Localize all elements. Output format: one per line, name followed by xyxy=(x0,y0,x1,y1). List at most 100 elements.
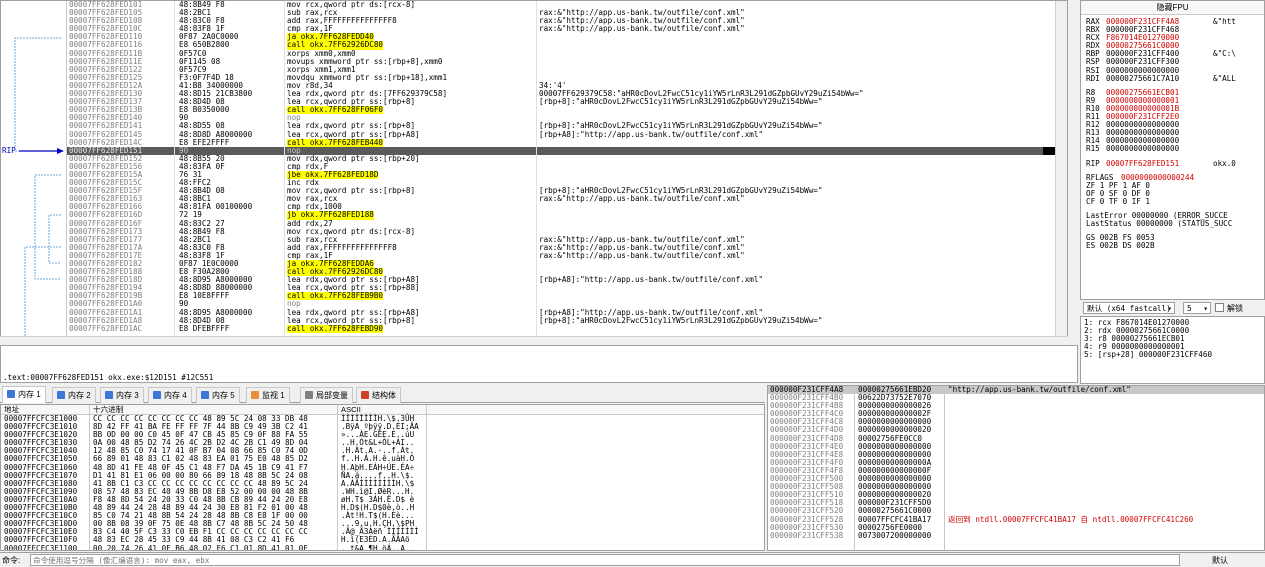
register-name: RDI xyxy=(1086,73,1100,83)
tab-label: 内存 2 xyxy=(68,391,91,400)
disasm-instruction: call okx.7FF628FEB9B0 xyxy=(287,291,384,301)
memory-dump-pane[interactable]: 地址 十六进制 ASCII 00007FFCFC3E1000 CC CC CC C… xyxy=(0,404,765,551)
unlock-label: 解锁 xyxy=(1227,304,1243,313)
bottom-tabs: 内存 1 内存 2 内存 3 内存 4 内存 5 监视 1 局部变量 结构体 xyxy=(0,385,765,403)
register-name: R15 xyxy=(1086,144,1100,154)
disasm-comment: rax:&"http://app.us-bank.tw/outfile/conf… xyxy=(539,24,745,34)
disasm-instruction: call okx.7FF628FEB440 xyxy=(287,137,384,147)
tab-label: 内存 1 xyxy=(18,390,41,399)
current-line-band xyxy=(67,146,1043,155)
dump-sep-2 xyxy=(337,405,338,550)
dump-row[interactable]: 00007FFCFC3E1100 00 20 74 26 41 0F B6 48 … xyxy=(1,543,764,551)
disasm-hscrollbar[interactable] xyxy=(0,336,1068,345)
memory-icon xyxy=(153,391,161,399)
tab-3[interactable]: 内存 3 xyxy=(100,387,144,403)
disasm-instruction: call okx.7FF628FEBD90 xyxy=(287,323,384,333)
disasm-row[interactable]: 00007FF628FED14C E8 EFE2FFFF call okx.7FF6… xyxy=(67,137,1055,147)
register-row[interactable]: R15 0000000000000000 xyxy=(1081,145,1264,153)
register-value: 00000275661C7A10 xyxy=(1106,73,1180,83)
default-selector[interactable]: 默认 xyxy=(1212,555,1228,566)
disasm-row[interactable]: 00007FF628FED11E 0F1145 08 movups xmmword … xyxy=(67,57,1055,66)
disasm-comment: [rbp+A8]:"http://app.us-bank.tw/outfile/… xyxy=(539,275,764,285)
stack-pane[interactable]: 000000F231CFF4A8 00000275661EBD20 "http://… xyxy=(767,385,1265,551)
stack-row[interactable]: 000000F231CFF538 0073007200000000 xyxy=(768,530,1264,540)
branch-gutter: RIP xyxy=(1,1,67,344)
col-sep-1 xyxy=(174,1,175,344)
stack-comment: 返回到 ntdll.00007FFCFC41BA17 自 ntdll.00007… xyxy=(948,514,1194,524)
command-bar: 命令: 默认 xyxy=(0,552,1265,567)
memory-icon xyxy=(7,390,15,398)
branch-arrows xyxy=(14,37,61,344)
locals-icon xyxy=(305,391,313,399)
disasm-row[interactable]: 00007FF628FED166 48:81FA 00100000 cmp rdx,… xyxy=(67,203,1055,211)
args-pane[interactable]: 1: rcx F867014E01270000 2: rdx 0000027566… xyxy=(1080,316,1265,384)
register-comment: &"ALL xyxy=(1213,73,1236,83)
laststatus-text: LastStatus 00000000 (STATUS_SUCC xyxy=(1086,219,1233,229)
stack-rows: 000000F231CFF4A8 00000275661EBD20 "http://… xyxy=(768,386,1264,540)
command-label: 命令: xyxy=(2,556,21,565)
disasm-comment: rax:&"http://app.us-bank.tw/outfile/conf… xyxy=(539,250,745,260)
disasm-row[interactable]: 00007FF628FED13B E8 B0350000 call okx.7FF6… xyxy=(67,106,1055,115)
disasm-row[interactable]: 00007FF628FED156 48:83FA 0F cmp rdx,F xyxy=(67,162,1055,171)
tab-4[interactable]: 内存 4 xyxy=(148,387,192,403)
stack-comment: "http://app.us-bank.tw/outfile/conf.xml" xyxy=(948,385,1131,394)
registers-pane[interactable]: 隐藏FPU RAX 000000F231CFF4A8 &"htt RBX 000000F… xyxy=(1080,0,1265,300)
arg-row[interactable]: 5: [rsp+28] 000000F231CFF460 xyxy=(1084,351,1261,359)
segment-text: ES 002B DS 002B xyxy=(1086,241,1155,251)
stack-sep-1 xyxy=(854,386,855,550)
disasm-address: 00007FF628FED1AC xyxy=(69,323,143,333)
info-pane: .text:00007FF628FED151 okx.exe:$12D151 #… xyxy=(0,345,1078,383)
disasm-row[interactable]: 00007FF628FED1AC E8 DFEBFFFF call okx.7FF6… xyxy=(67,323,1055,333)
flags-row[interactable]: CF 0 TF 0 IF 1 xyxy=(1081,196,1264,206)
memory-icon xyxy=(201,391,209,399)
tab-7[interactable]: 局部变量 xyxy=(300,387,353,403)
tab-label: 局部变量 xyxy=(316,391,348,400)
dump-ascii: . t&A.¶H.öÁ..A.. xyxy=(341,543,415,551)
col-sep-2 xyxy=(284,1,285,344)
hide-fpu-button[interactable]: 隐藏FPU xyxy=(1081,1,1264,15)
disasm-row[interactable]: 00007FF628FED19B E8 10E8FFFF call okx.7FF6… xyxy=(67,291,1055,301)
call-convention-label: 默认 (x64 fastcall) xyxy=(1087,304,1171,313)
arg-count-select[interactable]: 5 ▾ xyxy=(1183,302,1211,314)
register-value: 00007FF628FED151 xyxy=(1106,158,1180,168)
address-info: .text:00007FF628FED151 okx.exe:$12D151 #… xyxy=(3,373,214,382)
tab-6[interactable]: 监视 1 xyxy=(246,387,290,403)
disassembly-pane[interactable]: RIP 00007FF628FED101 48:8B49 F8 mov rcx,qw… xyxy=(0,0,1068,345)
memory-icon xyxy=(105,391,113,399)
flags-text: CF 0 TF 0 IF 1 xyxy=(1086,196,1151,206)
stack-sep-2 xyxy=(944,386,945,550)
register-name: RIP xyxy=(1086,158,1100,168)
disasm-scrollbar[interactable] xyxy=(1055,1,1067,344)
tab-label: 内存 5 xyxy=(212,391,235,400)
struct-icon xyxy=(361,391,369,399)
dump-sep-1 xyxy=(89,405,90,550)
register-row[interactable]: RDI 00000275661C7A10 &"ALL xyxy=(1081,73,1264,83)
dump-sep-3 xyxy=(426,405,427,550)
tab-label: 内存 4 xyxy=(164,391,187,400)
call-convention-select[interactable]: 默认 (x64 fastcall) ▾ xyxy=(1083,302,1175,314)
tab-label: 内存 3 xyxy=(116,391,139,400)
unlock-checkbox[interactable] xyxy=(1215,303,1224,312)
disasm-row[interactable]: 00007FF628FED116 E8 650B2800 call okx.7FF6… xyxy=(67,41,1055,50)
disasm-comment: [rbp+A8]:"http://app.us-bank.tw/outfile/… xyxy=(539,129,764,139)
chevron-down-icon: ▾ xyxy=(1203,304,1208,313)
tab-8[interactable]: 结构体 xyxy=(356,387,401,403)
disasm-row[interactable]: 00007FF628FED15A 76 31 jbe okx.7FF628FED18… xyxy=(67,170,1055,180)
args-list: 1: rcx F867014E01270000 2: rdx 0000027566… xyxy=(1081,317,1264,361)
stack-value: 0073007200000000 xyxy=(858,530,932,540)
register-comment: &"C:\ xyxy=(1213,49,1236,59)
memory-icon xyxy=(57,391,65,399)
stack-address: 000000F231CFF538 xyxy=(770,530,844,540)
segment-row[interactable]: ES 002B DS 002B xyxy=(1081,242,1264,250)
tab-5[interactable]: 内存 5 xyxy=(196,387,240,403)
register-row[interactable]: RIP 00007FF628FED151 okx.0 xyxy=(1081,158,1264,168)
rip-label: RIP xyxy=(2,146,16,155)
laststatus-row: LastStatus 00000000 (STATUS_SUCC xyxy=(1081,219,1264,229)
disasm-comment: rax:&"http://app.us-bank.tw/outfile/conf… xyxy=(539,194,745,204)
tab-1[interactable]: 内存 1 xyxy=(2,386,46,403)
watch-icon xyxy=(251,391,259,399)
disassembly-rows: 00007FF628FED101 48:8B49 F8 mov rcx,qword … xyxy=(67,1,1055,333)
tab-2[interactable]: 内存 2 xyxy=(52,387,96,403)
command-input[interactable] xyxy=(30,554,1180,566)
chevron-down-icon: ▾ xyxy=(1167,304,1172,313)
